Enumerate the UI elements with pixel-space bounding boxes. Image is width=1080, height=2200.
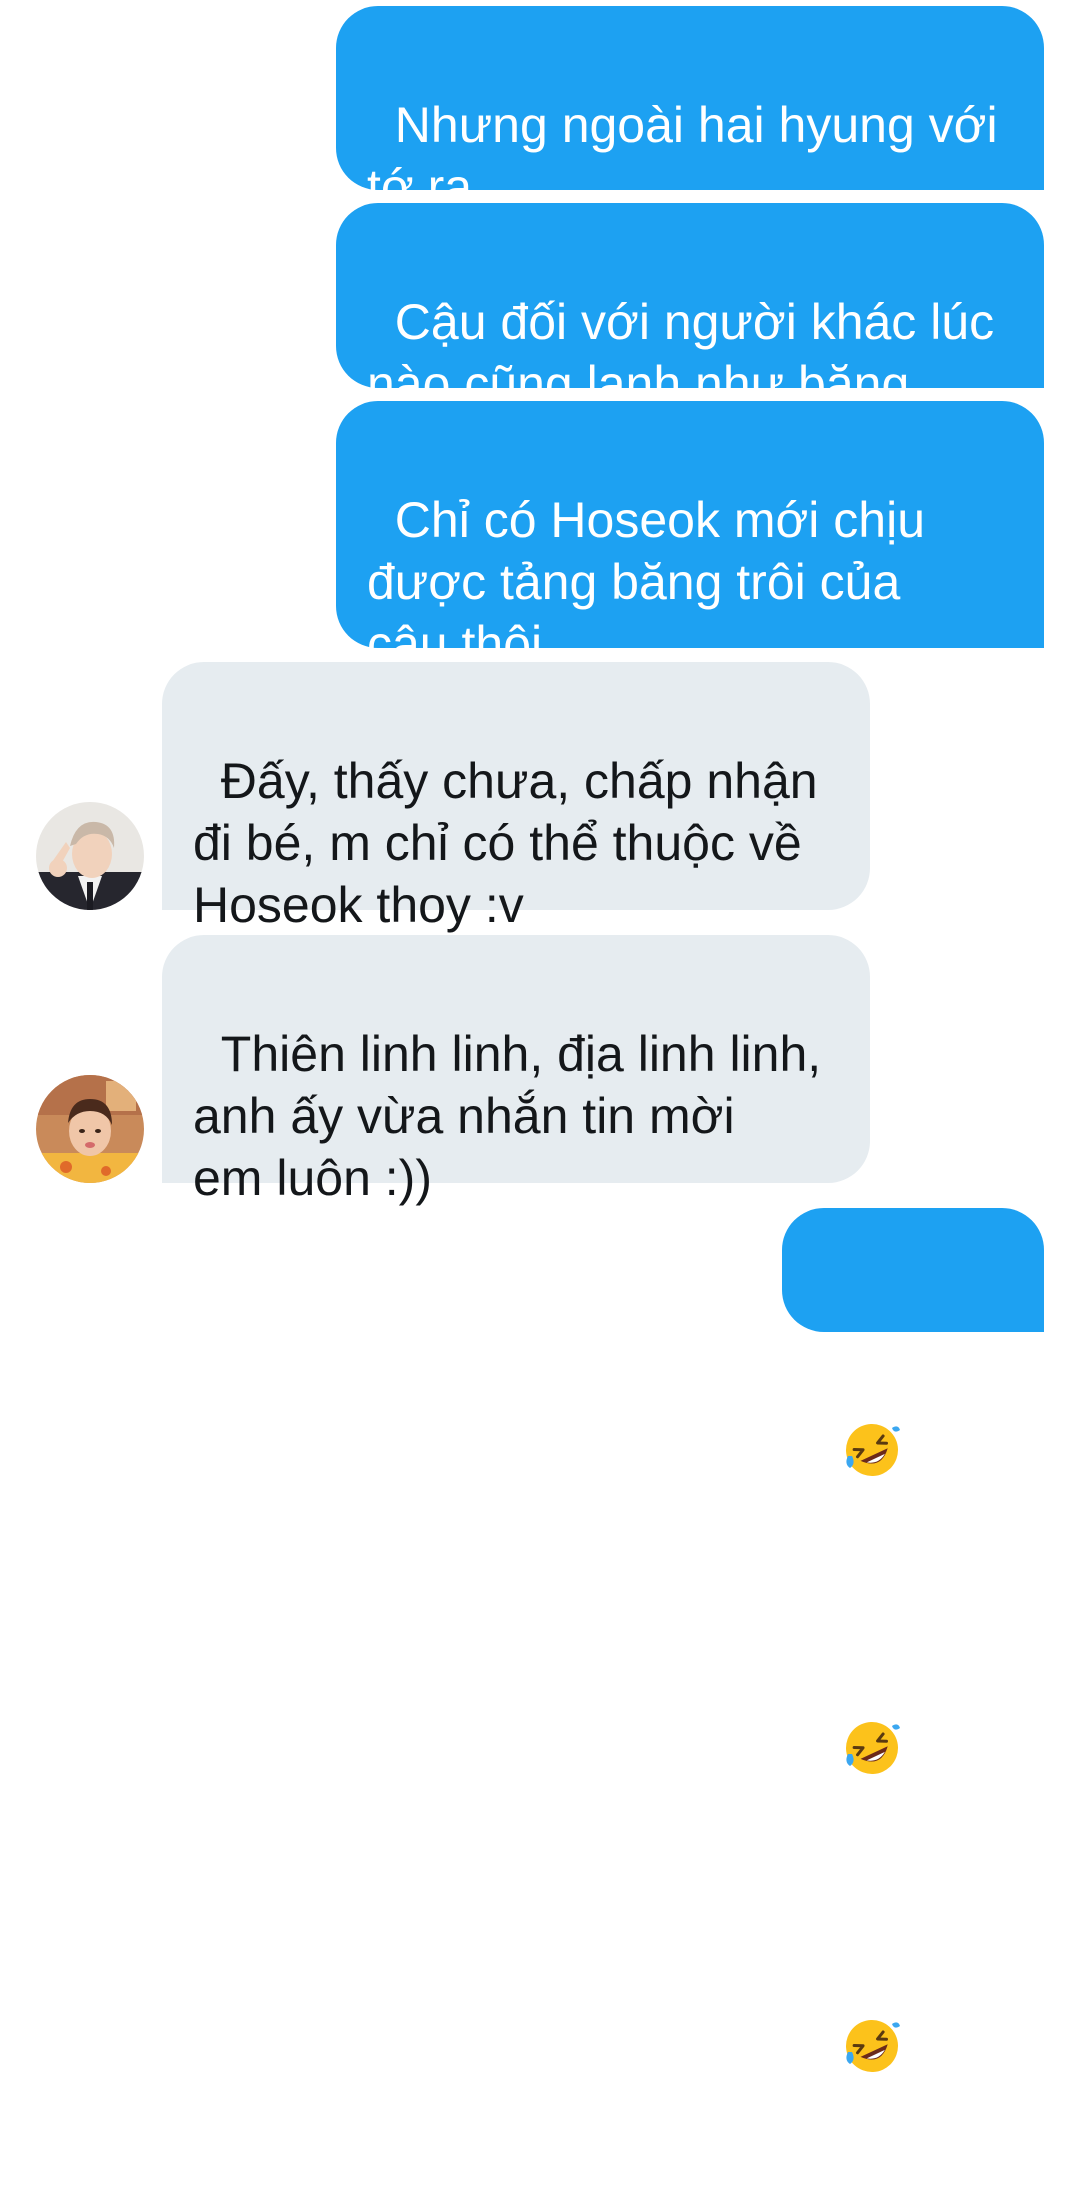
incoming-message-bubble[interactable]: Thiên linh linh, địa linh linh, anh ấy v… [162,935,870,1206]
avatar[interactable] [36,802,144,910]
message-text: Nhưng ngoài hai hyung với tớ ra [367,97,998,215]
outgoing-message-bubble[interactable]: Chỉ có Hoseok mới chịu được tảng băng tr… [336,401,1044,855]
message-text: Chỉ có Hoseok mới chịu được tảng băng tr… [367,492,925,672]
message-text: Cậu đối với người khác lúc nào cũng lạnh… [367,294,995,412]
message-text: Đấy, thấy chưa, chấp nhận đi bé, m chỉ c… [193,753,818,933]
rofl-icon [842,1594,902,1774]
outgoing-emoji-message[interactable] [782,1208,1044,2072]
outgoing-message-bubble[interactable]: Nhưng ngoài hai hyung với tớ ra [336,6,1044,215]
rofl-icon [842,1296,902,1476]
incoming-message-bubble[interactable]: Đấy, thấy chưa, chấp nhận đi bé, m chỉ c… [162,662,870,933]
rofl-icon [842,1892,902,2072]
outgoing-message-bubble[interactable]: Cậu đối với người khác lúc nào cũng lạnh… [336,203,1044,412]
message-text: Thiên linh linh, địa linh linh, anh ấy v… [193,1026,822,1206]
avatar[interactable] [36,1075,144,1183]
